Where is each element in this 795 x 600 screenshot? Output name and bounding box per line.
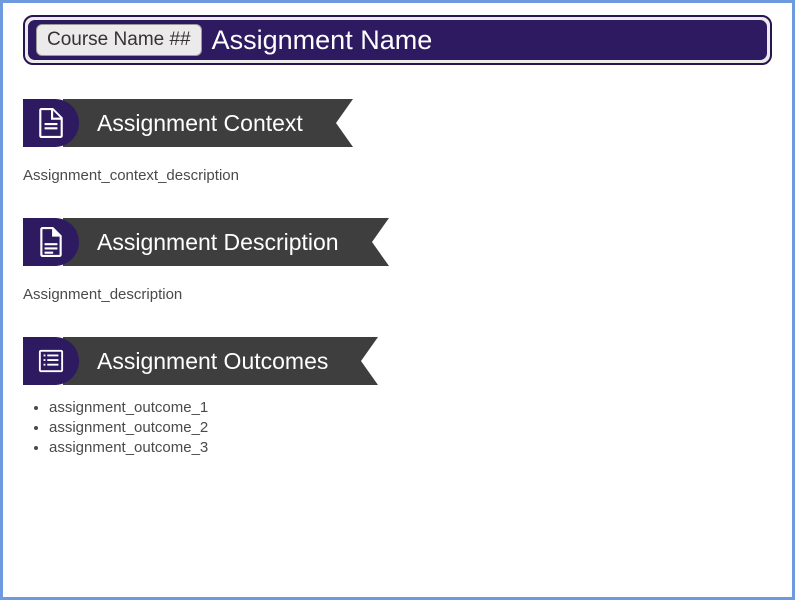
course-badge: Course Name ## <box>36 24 202 56</box>
list-item: assignment_outcome_3 <box>49 439 772 456</box>
section-context: Assignment Context Assignment_context_de… <box>23 99 772 184</box>
assignment-header: Course Name ## Assignment Name <box>23 15 772 65</box>
assignment-header-inner: Course Name ## Assignment Name <box>28 20 767 60</box>
section-description-ribbon: Assignment Description <box>23 218 772 266</box>
list-item: assignment_outcome_2 <box>49 419 772 436</box>
section-context-body: Assignment_context_description <box>23 167 772 184</box>
section-description: Assignment Description Assignment_descri… <box>23 218 772 303</box>
section-outcomes-ribbon: Assignment Outcomes <box>23 337 772 385</box>
page: Course Name ## Assignment Name Assignmen… <box>3 3 792 597</box>
ribbon-end <box>348 337 378 385</box>
section-outcomes: Assignment Outcomes assignment_outcome_1… <box>23 337 772 456</box>
section-description-body: Assignment_description <box>23 286 772 303</box>
outcomes-list: assignment_outcome_1 assignment_outcome_… <box>23 399 772 456</box>
list-item: assignment_outcome_1 <box>49 399 772 416</box>
ribbon-end <box>359 218 389 266</box>
document-icon <box>23 99 79 147</box>
section-description-heading: Assignment Description <box>63 218 359 266</box>
section-outcomes-heading: Assignment Outcomes <box>63 337 348 385</box>
section-context-ribbon: Assignment Context <box>23 99 772 147</box>
list-icon <box>23 337 79 385</box>
assignment-title: Assignment Name <box>212 25 433 56</box>
section-context-heading: Assignment Context <box>63 99 323 147</box>
document-fold-icon <box>23 218 79 266</box>
ribbon-end <box>323 99 353 147</box>
